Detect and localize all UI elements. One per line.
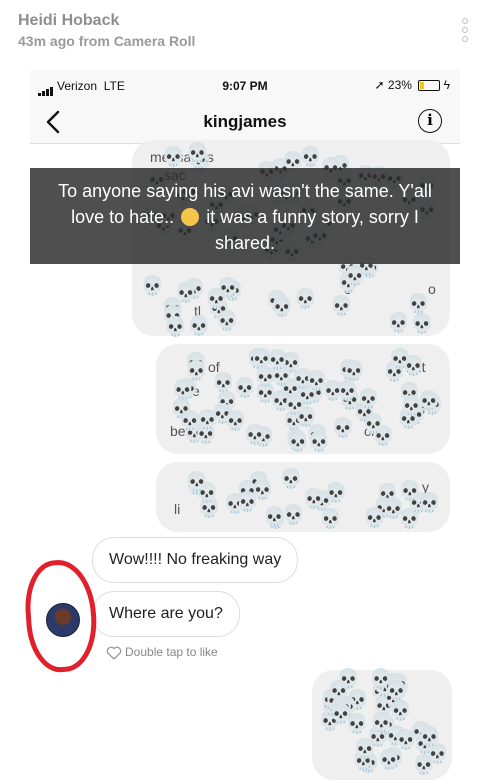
skull-sticker: 💀	[352, 739, 377, 761]
conversation-navbar: kingjames i	[30, 100, 460, 144]
skull-sticker: 💀	[329, 704, 354, 726]
skull-sticker: 💀	[185, 471, 209, 493]
skull-sticker: 💀	[187, 316, 212, 338]
info-icon[interactable]: i	[418, 109, 442, 133]
skull-sticker: 💀	[406, 294, 431, 316]
skull-sticker: 💀	[281, 504, 306, 526]
skull-sticker: 💀	[161, 146, 186, 168]
skull-sticker: 💀	[412, 754, 436, 776]
skull-sticker: 💀	[270, 296, 294, 318]
story-caption: To anyone saying his avi wasn't the same…	[30, 168, 460, 264]
story-username[interactable]: Heidi Hoback	[18, 12, 119, 30]
skull-sticker: 💀	[361, 414, 386, 436]
outgoing-message[interactable]: Where are you?	[92, 591, 240, 637]
skull-sticker: 💀	[410, 313, 435, 335]
status-bar: Verizon LTE 9:07 PM ➚ 23% ϟ	[30, 70, 460, 100]
skull-sticker: 💀	[329, 296, 354, 318]
caption-line-part: it was a funny story, sorry I	[206, 207, 419, 227]
skull-sticker: 💀	[386, 313, 411, 335]
skull-sticker: 💀	[356, 389, 381, 411]
double-tap-hint[interactable]: Double tap to like	[106, 645, 218, 660]
skull-sticker: 💀	[286, 432, 310, 454]
skull-sticker: 💀	[185, 143, 210, 165]
outgoing-message[interactable]: Wow!!!! No freaking way	[92, 537, 299, 583]
caption-line: To anyone saying his avi wasn't the same…	[58, 181, 432, 201]
location-arrow-icon: ➚	[374, 78, 385, 92]
double-tap-label: Double tap to like	[125, 645, 218, 659]
skull-sticker: 💀	[369, 713, 394, 735]
skull-sticker: 💀	[318, 509, 343, 531]
skull-sticker: 💀	[330, 418, 355, 440]
skull-sticker: 💀	[204, 289, 229, 311]
skull-sticker: 💀	[384, 681, 409, 703]
heart-icon[interactable]	[106, 646, 122, 660]
skull-sticker: 💀	[215, 311, 240, 333]
battery-percent: 23%	[387, 78, 412, 92]
skull-sticker: 💀	[342, 361, 366, 383]
skull-sticker: 💀	[394, 729, 418, 751]
story-header: Heidi Hoback 43m ago from Camera Roll	[0, 0, 490, 62]
skull-sticker: 💀	[163, 317, 188, 339]
skull-sticker: 💀	[306, 432, 331, 454]
skull-sticker: 💀	[293, 289, 318, 311]
skull-sticker: 💀	[398, 480, 422, 502]
charging-bolt-icon: ϟ	[443, 78, 450, 92]
skull-sticker: 💀	[174, 282, 198, 304]
story-timestamp: 43m ago from Camera Roll	[18, 33, 196, 49]
skull-sticker: 💀	[195, 409, 220, 431]
skull-sticker: 💀	[304, 370, 329, 392]
skull-sticker: 💀	[362, 507, 387, 529]
rolling-eyes-emoji-icon	[181, 208, 200, 226]
skull-sticker: 💀	[250, 480, 275, 502]
skull-sticker: 💀	[279, 468, 304, 490]
caption-line: love to hate.. it was a funny story, sor…	[30, 204, 460, 230]
skull-sticker: 💀	[417, 726, 442, 748]
obscured-text: li	[174, 501, 181, 517]
skull-sticker: 💀	[184, 361, 209, 383]
skull-sticker: 💀	[343, 265, 367, 287]
skull-sticker: 💀	[399, 395, 424, 417]
battery-area: ➚ 23% ϟ	[375, 78, 450, 92]
skull-sticker: 💀	[253, 366, 278, 388]
skull-sticker: 💀	[140, 276, 165, 298]
conversation-title[interactable]: kingjames	[30, 112, 460, 132]
skull-sticker: 💀	[324, 482, 348, 504]
skull-sticker: 💀	[377, 750, 401, 772]
more-options-icon[interactable]	[462, 18, 470, 44]
skull-sticker: 💀	[388, 349, 413, 371]
skull-sticker: 💀	[211, 373, 236, 395]
skull-sticker: 💀	[283, 394, 308, 416]
skull-sticker: 💀	[171, 380, 196, 402]
skull-sticker: 💀	[243, 425, 267, 447]
caption-line: shared.	[214, 233, 276, 253]
battery-icon	[418, 80, 441, 92]
caption-line-part: love to hate..	[71, 207, 175, 227]
skull-sticker: 💀	[302, 489, 326, 511]
